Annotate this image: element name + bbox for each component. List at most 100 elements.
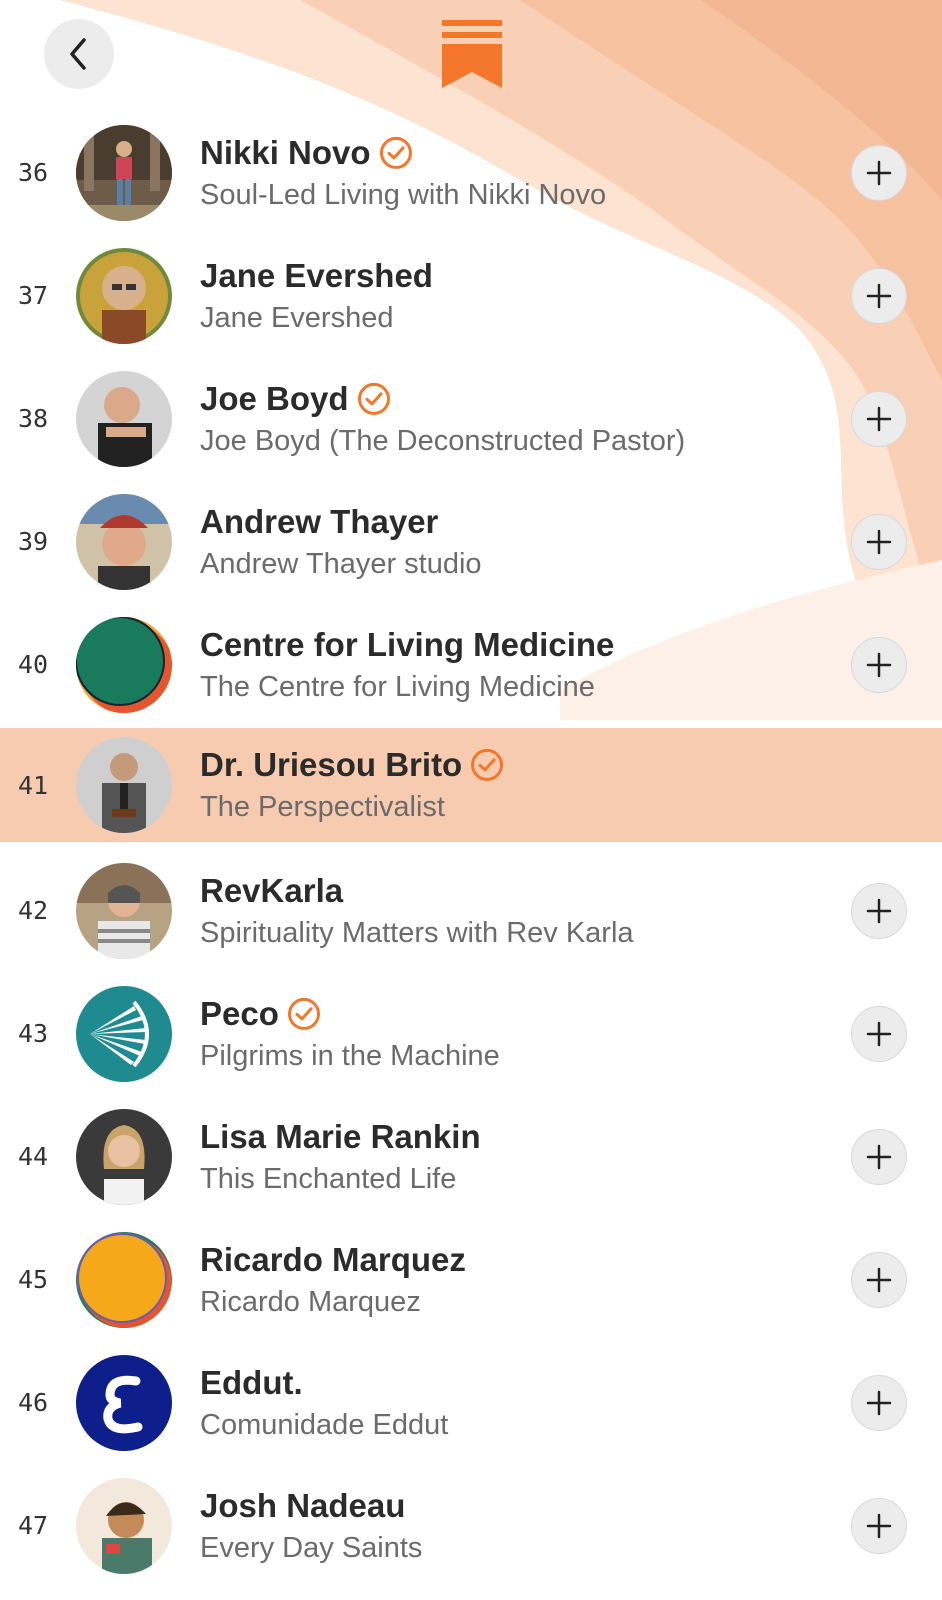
publication-name: Andrew Thayer studio xyxy=(200,547,482,580)
plus-icon xyxy=(866,529,892,554)
avatar[interactable] xyxy=(76,862,172,959)
avatar[interactable] xyxy=(76,737,172,833)
writer-name[interactable]: Lisa Marie Rankin xyxy=(200,1117,481,1155)
plus-icon xyxy=(866,1513,892,1538)
leaderboard-row[interactable]: 41 Dr. Uriesou Brito The Perspectivalist xyxy=(0,728,942,842)
leaderboard-row[interactable]: 46 Eddut. Comunidade Eddut xyxy=(0,1341,942,1464)
writer-name[interactable]: Joe Boyd xyxy=(200,379,349,417)
rank-number: 47 xyxy=(18,1511,49,1540)
avatar[interactable] xyxy=(76,493,172,590)
rank-number: 41 xyxy=(18,770,49,800)
rank-number: 39 xyxy=(18,527,49,556)
row-text: Nikki Novo Soul-Led Living with Nikki Nov… xyxy=(200,130,606,211)
back-button[interactable] xyxy=(44,19,114,89)
row-text: Jane Evershed Jane Evershed xyxy=(200,253,433,334)
rank-number: 45 xyxy=(18,1265,49,1294)
rank-number: 43 xyxy=(18,1019,49,1048)
leaderboard-row[interactable]: 45 Ricardo Marquez Ricardo Marquez xyxy=(0,1218,942,1341)
plus-icon xyxy=(866,652,892,677)
plus-icon xyxy=(866,898,892,923)
verified-badge-icon xyxy=(357,382,390,415)
subscribe-add-button[interactable] xyxy=(851,636,907,693)
row-text: Dr. Uriesou Brito The Perspectivalist xyxy=(200,743,504,824)
plus-icon xyxy=(866,1021,892,1046)
leaderboard-row[interactable]: 37 Jane Evershed Jane Evershed xyxy=(0,234,942,357)
plus-icon xyxy=(866,406,892,431)
writer-name[interactable]: Nikki Novo xyxy=(200,133,371,171)
rank-number: 44 xyxy=(18,1142,49,1171)
writer-name[interactable]: Eddut. xyxy=(200,1363,303,1401)
leaderboard-row[interactable]: 42 RevKarla Spirituality Matters with Rev … xyxy=(0,849,942,972)
publication-name: Spirituality Matters with Rev Karla xyxy=(200,916,634,949)
publication-name: The Centre for Living Medicine xyxy=(200,670,595,703)
avatar[interactable] xyxy=(76,1231,172,1328)
leaderboard-row[interactable]: 43 Peco Pilgrims in the Machine xyxy=(0,972,942,1095)
writer-name[interactable]: Centre for Living Medicine xyxy=(200,625,614,663)
avatar[interactable] xyxy=(76,370,172,467)
verified-badge-icon xyxy=(471,748,504,781)
row-text: Andrew Thayer Andrew Thayer studio xyxy=(200,499,482,580)
avatar[interactable] xyxy=(76,616,172,713)
leaderboard-row[interactable]: 44 Lisa Marie Rankin This Enchanted Life xyxy=(0,1095,942,1218)
writer-name[interactable]: Peco xyxy=(200,994,279,1032)
publication-name: Pilgrims in the Machine xyxy=(200,1039,500,1072)
subscribe-add-button[interactable] xyxy=(851,882,907,939)
leaderboard-row[interactable]: 38 Joe Boyd Joe Boyd (The Deconstructed Pa… xyxy=(0,357,942,480)
leaderboard-row[interactable]: 47 Josh Nadeau Every Day Saints xyxy=(0,1464,942,1587)
writer-name[interactable]: Andrew Thayer xyxy=(200,502,438,540)
plus-icon xyxy=(866,1390,892,1415)
row-text: Joe Boyd Joe Boyd (The Deconstructed Past… xyxy=(200,376,685,457)
publication-name: Every Day Saints xyxy=(200,1531,423,1564)
rank-number: 38 xyxy=(18,404,49,433)
publication-name: The Perspectivalist xyxy=(200,790,445,823)
subscribe-add-button[interactable] xyxy=(851,390,907,447)
avatar[interactable] xyxy=(76,985,172,1082)
subscribe-add-button[interactable] xyxy=(851,144,907,201)
avatar[interactable] xyxy=(76,1354,172,1451)
avatar[interactable] xyxy=(76,1108,172,1205)
publication-name: Comunidade Eddut xyxy=(200,1408,449,1441)
writer-name[interactable]: Ricardo Marquez xyxy=(200,1240,466,1278)
avatar[interactable] xyxy=(76,1477,172,1574)
plus-icon xyxy=(866,283,892,308)
leaderboard-row[interactable]: 40 Centre for Living Medicine The Centre f… xyxy=(0,603,942,726)
verified-badge-icon xyxy=(379,136,412,169)
publication-name: Joe Boyd (The Deconstructed Pastor) xyxy=(200,424,686,457)
rank-number: 46 xyxy=(18,1388,49,1417)
publication-name: Ricardo Marquez xyxy=(200,1285,421,1318)
publication-name: This Enchanted Life xyxy=(200,1162,457,1195)
chevron-left-icon xyxy=(70,38,86,70)
rank-number: 42 xyxy=(18,896,49,925)
subscribe-add-button[interactable] xyxy=(851,513,907,570)
subscribe-add-button[interactable] xyxy=(851,1374,907,1431)
rank-number: 40 xyxy=(18,650,49,679)
avatar[interactable] xyxy=(76,124,172,221)
subscribe-add-button[interactable] xyxy=(851,1251,907,1308)
publication-name: Jane Evershed xyxy=(200,301,394,334)
publication-name: Soul-Led Living with Nikki Novo xyxy=(200,178,607,211)
rank-number: 36 xyxy=(18,158,49,187)
subscribe-add-button[interactable] xyxy=(851,1128,907,1185)
leaderboard-row[interactable]: 36 Nikki Novo Soul-Led Living with Nikki N… xyxy=(0,111,942,234)
row-text: RevKarla Spirituality Matters with Rev Ka… xyxy=(200,868,634,949)
writer-name[interactable]: Jane Evershed xyxy=(200,256,433,294)
writer-name[interactable]: RevKarla xyxy=(200,871,343,909)
plus-icon xyxy=(866,1144,892,1169)
writer-name[interactable]: Josh Nadeau xyxy=(200,1486,405,1524)
subscribe-add-button[interactable] xyxy=(851,1497,907,1554)
avatar[interactable] xyxy=(76,247,172,344)
leaderboard-row[interactable]: 39 Andrew Thayer Andrew Thayer studio xyxy=(0,480,942,603)
subscribe-add-button[interactable] xyxy=(851,267,907,324)
bookmark-logo-icon xyxy=(442,20,502,88)
row-text: Centre for Living Medicine The Centre for… xyxy=(200,622,614,703)
row-text: Peco Pilgrims in the Machine xyxy=(200,991,500,1072)
writer-name[interactable]: Dr. Uriesou Brito xyxy=(200,746,462,784)
verified-badge-icon xyxy=(287,997,320,1030)
subscribe-add-button[interactable] xyxy=(851,1005,907,1062)
row-text: Ricardo Marquez Ricardo Marquez xyxy=(200,1237,466,1318)
rank-number: 37 xyxy=(18,281,49,310)
leaderboard-list: 36 Nikki Novo Soul-Led Living with Nikki N… xyxy=(0,111,942,1587)
top-bar xyxy=(0,0,942,116)
row-text: Lisa Marie Rankin This Enchanted Life xyxy=(200,1114,481,1195)
plus-icon xyxy=(866,1267,892,1292)
